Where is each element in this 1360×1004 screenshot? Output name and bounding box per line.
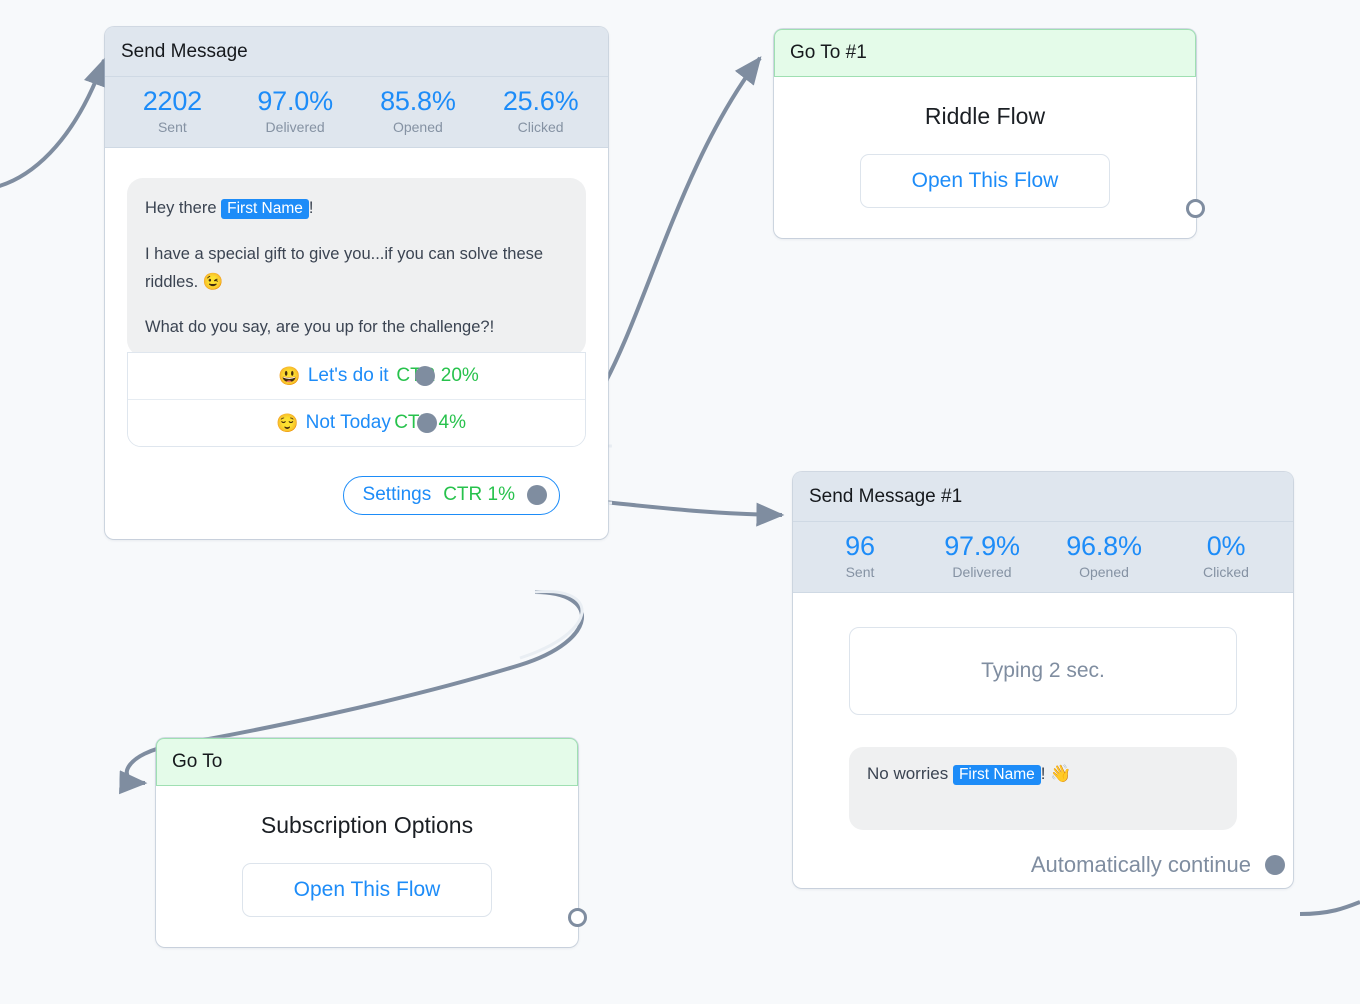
stat-value: 96.8% [1043,531,1165,562]
stat-value: 2202 [111,86,234,117]
quick-reply-letsdoit[interactable]: 😃 Let's do it CTR 20% [128,353,585,400]
target-flow-name: Subscription Options [184,812,550,839]
goto-body: Subscription Options Open This Flow [156,786,578,947]
stat-value: 0% [1165,531,1287,562]
settings-row: Settings CTR 1% [127,476,586,515]
stat-label: Sent [111,119,234,135]
message-line-3: What do you say, are you up for the chal… [145,313,568,341]
connector-dot-hollow[interactable] [1186,199,1205,218]
first-name-token[interactable]: First Name [221,199,309,219]
node-send-message-1[interactable]: Send Message #1 96 Sent 97.9% Delivered … [793,472,1293,888]
stat-delivered: 97.9% Delivered [921,531,1043,580]
node-title: Go To #1 [774,29,1196,77]
greeting-suffix: ! [309,199,314,217]
stat-label: Opened [1043,564,1165,580]
settings-ctr: CTR 1% [443,484,515,506]
message-bubble[interactable]: No worries First Name! 👋 [849,747,1237,830]
settings-button[interactable]: Settings CTR 1% [343,476,560,515]
stat-label: Delivered [921,564,1043,580]
node-title: Send Message [105,27,608,77]
stat-delivered: 97.0% Delivered [234,86,357,135]
auto-continue-label: Automatically continue [1031,852,1251,878]
quick-reply-nottoday[interactable]: 😌 Not Today CTR 4% [128,400,585,446]
connector-dot[interactable] [1265,855,1285,875]
edge-auto-continue-out [1300,902,1360,914]
connector-dot[interactable] [417,413,437,433]
target-flow-name: Riddle Flow [802,103,1168,130]
node-send-message[interactable]: Send Message 2202 Sent 97.0% Delivered 8… [105,27,608,539]
message-suffix: ! 👋 [1041,764,1072,783]
flow-canvas[interactable]: Send Message 2202 Sent 97.0% Delivered 8… [0,0,1360,1004]
stat-value: 25.6% [479,86,602,117]
quick-reply-label: Not Today [306,412,391,434]
open-this-flow-button[interactable]: Open This Flow [860,154,1110,208]
stat-opened: 96.8% Opened [1043,531,1165,580]
grinning-face-icon: 😃 [278,367,300,385]
stat-label: Clicked [479,119,602,135]
edge-stub-settings [520,591,582,658]
node-title: Go To [156,738,578,786]
edge-nottoday-to-sendmessage1 [604,502,782,515]
stat-value: 85.8% [357,86,480,117]
node-title: Send Message #1 [793,472,1293,522]
stat-value: 96 [799,531,921,562]
message-text: No worries [867,764,953,783]
goto-body: Riddle Flow Open This Flow [774,77,1196,238]
stat-value: 97.0% [234,86,357,117]
message-bubble[interactable]: Hey there First Name! I have a special g… [127,178,586,356]
quick-reply-list: 😃 Let's do it CTR 20% 😌 Not Today CTR 4% [127,352,586,447]
stat-label: Delivered [234,119,357,135]
message-body: Hey there First Name! I have a special g… [105,148,608,539]
first-name-token[interactable]: First Name [953,765,1041,785]
connector-dot-hollow[interactable] [568,908,587,927]
relieved-face-icon: 😌 [276,414,298,432]
stat-opened: 85.8% Opened [357,86,480,135]
node-goto-1[interactable]: Go To #1 Riddle Flow Open This Flow [774,29,1196,238]
stat-clicked: 25.6% Clicked [479,86,602,135]
message-body: Typing 2 sec. No worries First Name! 👋 A… [793,593,1293,888]
quick-reply-ctr: CTR 20% [396,365,478,387]
stat-label: Clicked [1165,564,1287,580]
edge-incoming [0,60,104,190]
stats-bar: 96 Sent 97.9% Delivered 96.8% Opened 0% … [793,522,1293,593]
stat-sent: 96 Sent [799,531,921,580]
open-this-flow-button[interactable]: Open This Flow [242,863,492,917]
settings-label: Settings [363,484,432,506]
quick-reply-label: Let's do it [308,365,389,387]
message-line-1: Hey there First Name! [145,194,568,223]
greeting-text: Hey there [145,199,221,217]
connector-dot[interactable] [527,485,547,505]
typing-delay-block[interactable]: Typing 2 sec. [849,627,1237,715]
stat-clicked: 0% Clicked [1165,531,1287,580]
auto-continue-footer: Automatically continue [849,830,1285,888]
stat-label: Opened [357,119,480,135]
stat-label: Sent [799,564,921,580]
stats-bar: 2202 Sent 97.0% Delivered 85.8% Opened 2… [105,77,608,148]
stat-sent: 2202 Sent [111,86,234,135]
node-goto-2[interactable]: Go To Subscription Options Open This Flo… [156,738,578,947]
connector-dot[interactable] [415,366,435,386]
message-line-2: I have a special gift to give you...if y… [145,240,568,297]
stat-value: 97.9% [921,531,1043,562]
